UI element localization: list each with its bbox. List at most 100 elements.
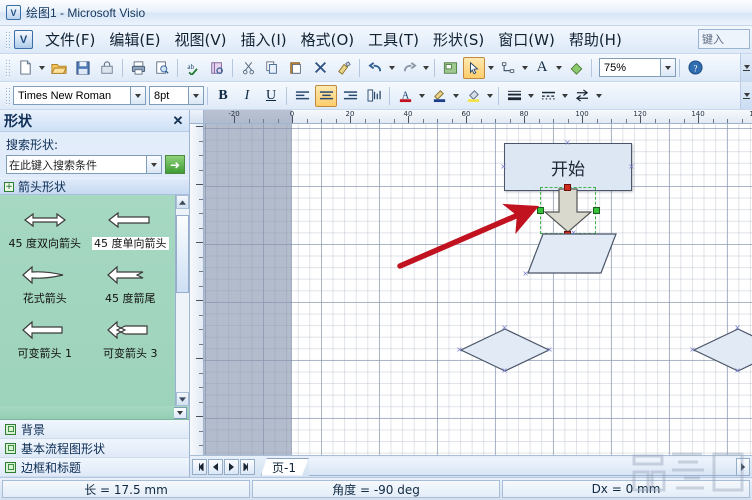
first-page-button[interactable]: [192, 458, 207, 475]
stencil-item-variable-arrow-1[interactable]: 可变箭头 1: [2, 311, 88, 366]
stencil-item-arrow-tail[interactable]: 45 度箭尾: [88, 256, 174, 311]
new-dropdown-icon[interactable]: [39, 65, 45, 70]
menu-item-tools[interactable]: 工具(T): [361, 27, 426, 52]
print-button[interactable]: [127, 57, 149, 79]
line-color-dropdown-icon[interactable]: [453, 93, 459, 98]
format-painter-button[interactable]: [333, 57, 355, 79]
menu-item-help[interactable]: 帮助(H): [562, 27, 629, 52]
fill-color-button[interactable]: [462, 85, 484, 107]
redo-button[interactable]: [398, 57, 420, 79]
tab-scroll-right-button[interactable]: [736, 457, 750, 476]
font-size-combobox[interactable]: 8pt: [149, 86, 189, 105]
horizontal-ruler[interactable]: -20020406080100120140160: [204, 110, 752, 124]
new-button[interactable]: [14, 57, 36, 79]
pointer-dropdown-icon[interactable]: [488, 65, 494, 70]
line-ends-dropdown-icon[interactable]: [596, 93, 602, 98]
menu-item-file[interactable]: 文件(F): [38, 27, 102, 52]
stencil-item-fancy-arrow[interactable]: 花式箭头: [2, 256, 88, 311]
open-button[interactable]: [48, 57, 70, 79]
paste-button[interactable]: [285, 57, 307, 79]
search-dropdown-icon[interactable]: [147, 155, 162, 174]
fill-tool-button[interactable]: [565, 57, 587, 79]
stencil-item-double-arrow[interactable]: 45 度双向箭头: [2, 201, 88, 256]
format-toolbar-grip[interactable]: [5, 86, 10, 105]
visio-document-icon[interactable]: V: [14, 30, 33, 49]
stencil-header-arrow-shapes[interactable]: + 箭头形状: [0, 178, 189, 195]
connector-tool-button[interactable]: [497, 57, 519, 79]
line-pattern-dropdown-icon[interactable]: [562, 93, 568, 98]
undo-button[interactable]: [364, 57, 386, 79]
stencil-item-single-arrow[interactable]: 45 度单向箭头: [88, 201, 174, 256]
search-go-button[interactable]: ➜: [165, 155, 185, 174]
ruler-corner[interactable]: [190, 110, 204, 124]
expand-icon[interactable]: +: [4, 181, 14, 192]
search-input[interactable]: 在此键入搜索条件: [6, 155, 147, 174]
scroll-up-icon[interactable]: [176, 195, 189, 209]
menu-item-edit[interactable]: 编辑(E): [102, 27, 167, 52]
stencil-row-basic-flowchart[interactable]: 基本流程图形状: [0, 439, 189, 458]
next-page-button[interactable]: [224, 458, 239, 475]
scrollbar-thumb[interactable]: [176, 215, 189, 293]
rotation-handle[interactable]: [564, 184, 571, 191]
font-name-dropdown-icon[interactable]: [131, 86, 146, 105]
scroll-down-icon[interactable]: [176, 392, 189, 406]
text-color-dropdown-icon[interactable]: [419, 93, 425, 98]
stencil-scrollbar[interactable]: [175, 195, 189, 406]
vertical-ruler[interactable]: [190, 124, 204, 455]
stencil-more-dropdown-icon[interactable]: [174, 406, 187, 419]
format-toolbar-overflow[interactable]: [740, 82, 752, 109]
text-block-button[interactable]: [363, 85, 385, 107]
undo-dropdown-icon[interactable]: [389, 65, 395, 70]
text-dropdown-icon[interactable]: [556, 65, 562, 70]
align-center-button[interactable]: [315, 84, 337, 107]
save-button[interactable]: [72, 57, 94, 79]
resize-handle-left[interactable]: [537, 207, 544, 214]
bold-button[interactable]: B: [212, 85, 234, 107]
fill-color-dropdown-icon[interactable]: [487, 93, 493, 98]
text-tool-button[interactable]: A: [531, 57, 553, 79]
permission-button[interactable]: [96, 57, 118, 79]
zoom-dropdown-icon[interactable]: [661, 58, 676, 77]
cut-button[interactable]: [237, 57, 259, 79]
drawing-page-button[interactable]: [439, 57, 461, 79]
drawing-canvas[interactable]: 开始 × × × × × × × × × × × ×: [204, 124, 752, 455]
font-size-dropdown-icon[interactable]: [189, 86, 204, 105]
menu-item-insert[interactable]: 插入(I): [234, 27, 294, 52]
menu-item-shape[interactable]: 形状(S): [426, 27, 491, 52]
copy-button[interactable]: [261, 57, 283, 79]
menu-item-view[interactable]: 视图(V): [168, 27, 234, 52]
line-pattern-button[interactable]: [537, 85, 559, 107]
resize-handle-right[interactable]: [593, 207, 600, 214]
line-weight-button[interactable]: [503, 85, 525, 107]
italic-button[interactable]: I: [236, 85, 258, 107]
ask-a-question-box[interactable]: 键入: [698, 29, 750, 49]
standard-toolbar-overflow[interactable]: [740, 54, 752, 81]
connector-dropdown-icon[interactable]: [522, 65, 528, 70]
zoom-combobox[interactable]: 75%: [599, 58, 661, 77]
stencil-row-background[interactable]: 背景: [0, 420, 189, 439]
last-page-button[interactable]: [240, 458, 255, 475]
align-left-button[interactable]: [291, 85, 313, 107]
spelling-button[interactable]: ab: [182, 57, 204, 79]
line-weight-dropdown-icon[interactable]: [528, 93, 534, 98]
close-icon[interactable]: ✕: [171, 113, 185, 129]
font-name-combobox[interactable]: Times New Roman: [13, 86, 131, 105]
menu-grip[interactable]: [5, 30, 10, 49]
print-preview-button[interactable]: [151, 57, 173, 79]
text-color-button[interactable]: A: [394, 85, 416, 107]
menu-item-format[interactable]: 格式(O): [294, 27, 362, 52]
parallelogram-1[interactable]: [526, 232, 618, 276]
standard-toolbar-grip[interactable]: [5, 58, 10, 77]
line-ends-button[interactable]: [571, 85, 593, 107]
research-button[interactable]: [206, 57, 228, 79]
redo-dropdown-icon[interactable]: [423, 65, 429, 70]
prev-page-button[interactable]: [208, 458, 223, 475]
help-button[interactable]: ?: [684, 57, 706, 79]
line-color-button[interactable]: [428, 85, 450, 107]
decision-diamond-2[interactable]: [692, 327, 752, 373]
delete-button[interactable]: [309, 57, 331, 79]
menu-item-window[interactable]: 窗口(W): [491, 27, 562, 52]
stencil-item-variable-arrow-3[interactable]: 可变箭头 3: [88, 311, 174, 366]
align-right-button[interactable]: [339, 85, 361, 107]
scrollbar-track[interactable]: [176, 209, 189, 392]
